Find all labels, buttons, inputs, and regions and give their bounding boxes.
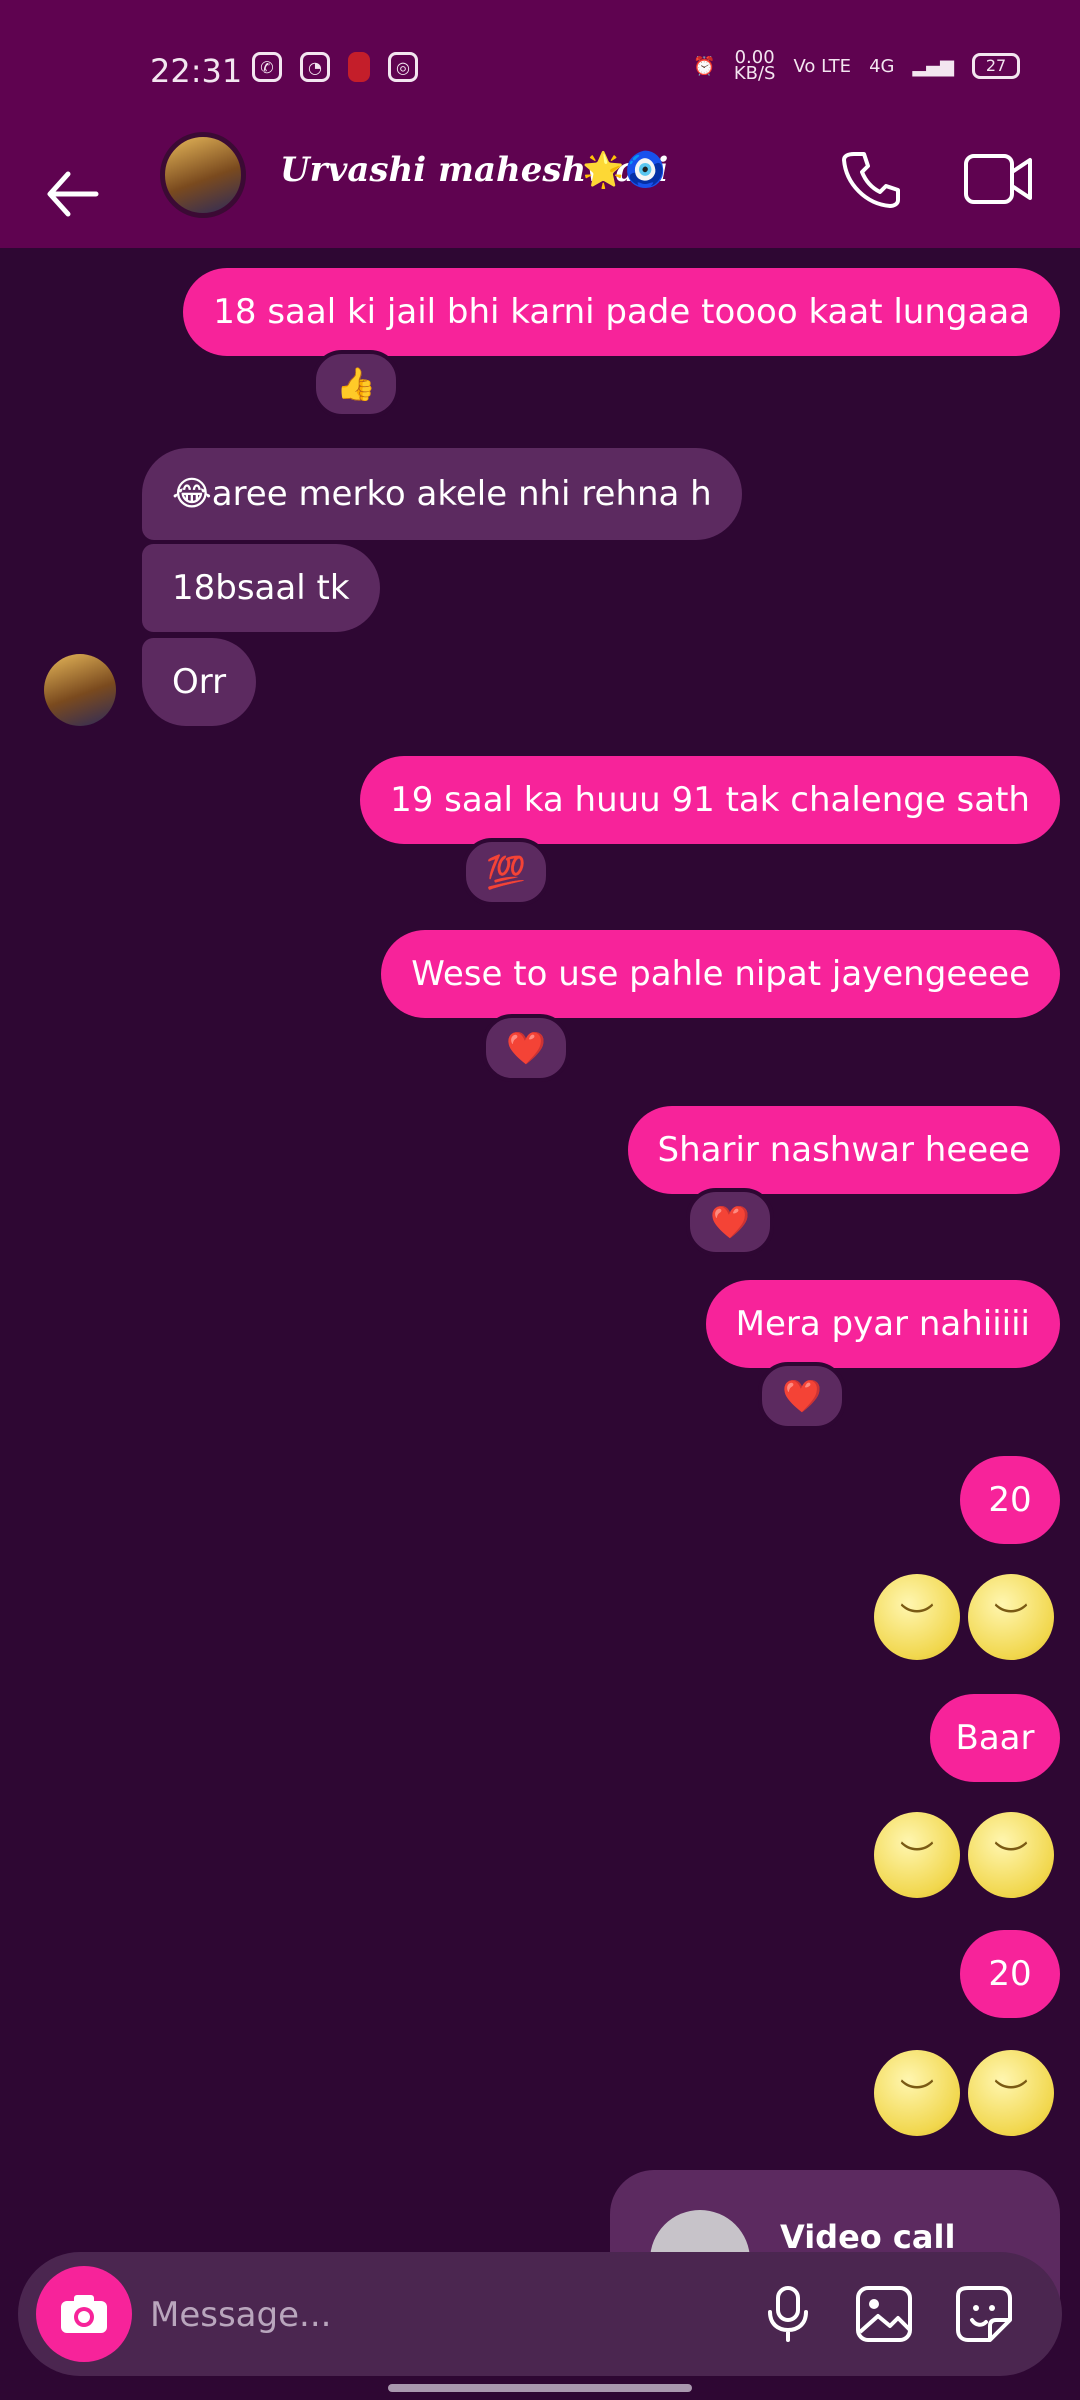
- status-time: 22:31: [150, 52, 243, 90]
- alarm-icon: ⏰: [693, 55, 716, 77]
- reaction-hundred[interactable]: 💯: [462, 838, 550, 906]
- instagram-icon: ◎: [388, 52, 418, 82]
- message-sent[interactable]: 20: [960, 1456, 1060, 1544]
- moon-emoji[interactable]: ︶: [874, 1574, 960, 1660]
- phone-call-icon[interactable]: [840, 146, 904, 210]
- home-indicator[interactable]: [388, 2384, 692, 2392]
- book-icon: [348, 52, 370, 82]
- reaction-thumbs-up[interactable]: 👍: [312, 350, 400, 418]
- message-input[interactable]: [148, 2286, 752, 2344]
- message-sent[interactable]: Wese to use pahle nipat jayengeeee: [381, 930, 1060, 1018]
- reaction-heart[interactable]: ❤️: [686, 1188, 774, 1256]
- sticker-icon[interactable]: [952, 2282, 1016, 2346]
- message-sent[interactable]: Sharir nashwar heeee: [627, 1106, 1060, 1194]
- volte-label: Vo LTE: [793, 55, 852, 77]
- message-received[interactable]: 😂aree merko akele nhi rehna h: [142, 448, 742, 540]
- message-sent[interactable]: Baar: [930, 1694, 1060, 1782]
- net-speed: 0.00 KB/S: [733, 47, 776, 84]
- name-emoji: 🌟🧿: [582, 150, 667, 190]
- back-arrow-icon[interactable]: [36, 156, 112, 232]
- microphone-icon[interactable]: [756, 2282, 820, 2346]
- notification-icons: ✆ ◔ ◎: [252, 52, 418, 82]
- moon-emoji[interactable]: ︶: [874, 2050, 960, 2136]
- moon-emoji[interactable]: ︶: [874, 1812, 960, 1898]
- moon-emoji[interactable]: ︶: [968, 1812, 1054, 1898]
- whatsapp-icon: ✆: [252, 52, 282, 82]
- signal-bars-icon: ▂▄▆: [912, 55, 954, 77]
- message-sent[interactable]: 20: [960, 1930, 1060, 2018]
- gallery-icon[interactable]: [852, 2282, 916, 2346]
- reaction-heart[interactable]: ❤️: [482, 1014, 570, 1082]
- message-sent[interactable]: 19 saal ka huuu 91 tak chalenge sath: [360, 756, 1060, 844]
- sender-avatar[interactable]: [44, 654, 116, 726]
- camera-icon: [61, 2295, 107, 2333]
- status-bar: 22:31 ✆ ◔ ◎ ⏰ 0.00 KB/S Vo LTE 4G ▂▄▆ 27: [0, 0, 1080, 140]
- moon-emoji[interactable]: ︶: [968, 1574, 1054, 1660]
- message-sent[interactable]: 18 saal ki jail bhi karni pade toooo kaa…: [183, 268, 1060, 356]
- camera-button[interactable]: [36, 2266, 132, 2362]
- message-received[interactable]: 18bsaal tk: [142, 544, 380, 632]
- system-icons: ⏰ 0.00 KB/S Vo LTE 4G ▂▄▆ 27: [693, 47, 1020, 84]
- message-received[interactable]: Orr: [142, 638, 257, 726]
- video-call-icon[interactable]: [962, 148, 1034, 210]
- message-sent[interactable]: Mera pyar nahiiiii: [705, 1280, 1060, 1368]
- moon-emoji[interactable]: ︶: [968, 2050, 1054, 2136]
- message-composer: [18, 2252, 1062, 2376]
- reaction-heart[interactable]: ❤️: [758, 1362, 846, 1430]
- signal-label: 4G: [869, 55, 895, 77]
- snapchat-icon: ◔: [300, 52, 330, 82]
- contact-avatar[interactable]: [160, 132, 246, 218]
- battery-icon: 27: [972, 53, 1020, 79]
